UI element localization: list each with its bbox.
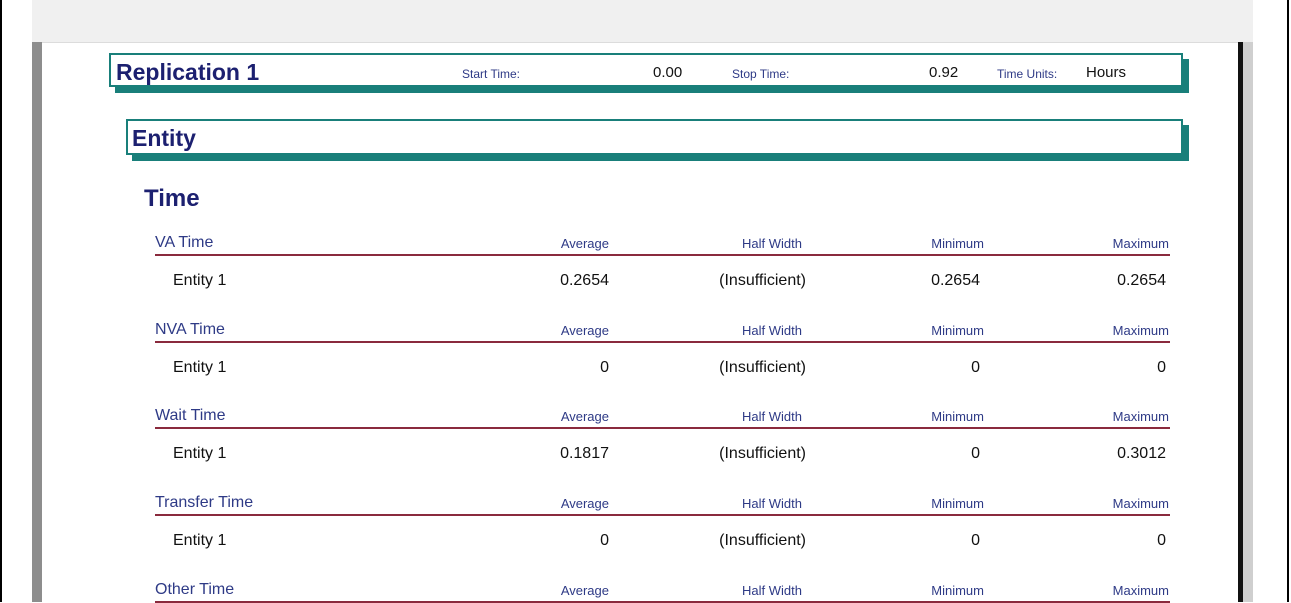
section-rule <box>155 514 1170 516</box>
section-title: NVA Time <box>155 321 225 338</box>
column-header-average: Average <box>560 409 609 424</box>
entity-title: Entity <box>132 125 196 151</box>
entity-header: Entity <box>126 119 1183 155</box>
page-right-margin <box>1243 42 1253 602</box>
row-label: Entity 1 <box>173 359 227 376</box>
window-right-border <box>1287 0 1289 602</box>
replication-header: Replication 1 Start Time: 0.00 Stop Time… <box>109 53 1183 87</box>
time-units-label: Time Units: <box>997 67 1058 81</box>
column-header-average: Average <box>560 496 609 511</box>
row-label: Entity 1 <box>173 272 227 289</box>
section-rule <box>155 254 1170 256</box>
column-header-half-width: Half Width <box>742 323 802 338</box>
start-time-value: 0.00 <box>653 64 683 81</box>
page-left-margin <box>32 42 42 602</box>
column-header-minimum: Minimum <box>931 323 984 338</box>
column-header-half-width: Half Width <box>742 496 802 511</box>
cell-average: 0.1817 <box>560 445 609 462</box>
section-title: VA Time <box>155 234 214 251</box>
section-title: Transfer Time <box>155 494 254 511</box>
column-header-minimum: Minimum <box>931 236 984 251</box>
column-header-maximum: Maximum <box>1112 409 1169 424</box>
column-header-maximum: Maximum <box>1112 583 1169 598</box>
start-time-label: Start Time: <box>462 67 521 81</box>
section-rule <box>155 427 1170 429</box>
cell-minimum: 0 <box>971 445 980 462</box>
cell-minimum: 0.2654 <box>931 272 980 289</box>
cell-maximum: 0 <box>1157 532 1166 549</box>
cell-maximum: 0.2654 <box>1117 272 1166 289</box>
time-units-value: Hours <box>1086 64 1127 81</box>
time-category-title: Time <box>144 185 200 212</box>
column-header-maximum: Maximum <box>1112 236 1169 251</box>
row-label: Entity 1 <box>173 532 227 549</box>
cell-half-width: (Insufficient) <box>719 359 806 376</box>
cell-average: 0 <box>600 532 609 549</box>
column-header-half-width: Half Width <box>742 236 802 251</box>
cell-minimum: 0 <box>971 532 980 549</box>
row-label: Entity 1 <box>173 445 227 462</box>
cell-half-width: (Insufficient) <box>719 532 806 549</box>
section-title: Other Time <box>155 581 235 598</box>
cell-average: 0 <box>600 359 609 376</box>
stop-time-value: 0.92 <box>929 64 959 81</box>
viewer-toolbar-area <box>32 0 1253 43</box>
column-header-half-width: Half Width <box>742 583 802 598</box>
cell-minimum: 0 <box>971 359 980 376</box>
column-header-maximum: Maximum <box>1112 323 1169 338</box>
column-header-minimum: Minimum <box>931 409 984 424</box>
column-header-half-width: Half Width <box>742 409 802 424</box>
cell-average: 0.2654 <box>560 272 609 289</box>
section-rule <box>155 341 1170 343</box>
stop-time-label: Stop Time: <box>732 67 790 81</box>
column-header-average: Average <box>560 583 609 598</box>
column-header-average: Average <box>560 236 609 251</box>
column-header-maximum: Maximum <box>1112 496 1169 511</box>
section-title: Wait Time <box>155 407 226 424</box>
column-header-minimum: Minimum <box>931 496 984 511</box>
cell-maximum: 0 <box>1157 359 1166 376</box>
cell-maximum: 0.3012 <box>1117 445 1166 462</box>
column-header-minimum: Minimum <box>931 583 984 598</box>
window-left-border <box>0 0 2 602</box>
cell-half-width: (Insufficient) <box>719 272 806 289</box>
replication-title: Replication 1 <box>116 59 260 85</box>
cell-half-width: (Insufficient) <box>719 445 806 462</box>
column-header-average: Average <box>560 323 609 338</box>
